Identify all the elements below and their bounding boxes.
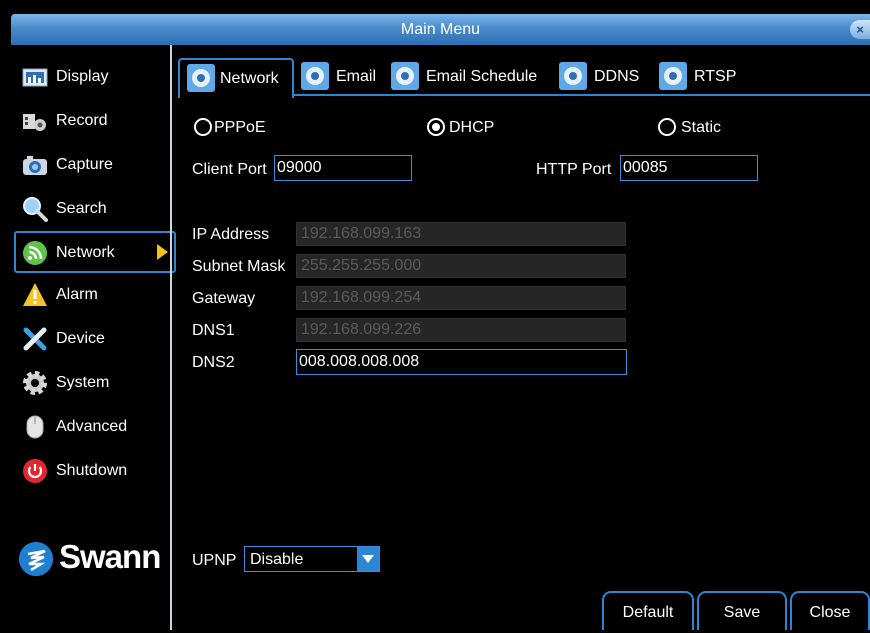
window-title: Main Menu: [400, 21, 481, 38]
tab-label: Email Schedule: [426, 68, 538, 85]
swann-logo-mark-icon: [19, 542, 53, 576]
title-bar: Main Menu ×: [11, 14, 870, 45]
dns2-field[interactable]: 008.008.008.008: [296, 349, 627, 375]
sidebar-item-record[interactable]: Record: [16, 101, 174, 141]
tab-email[interactable]: Email: [300, 58, 380, 96]
http-port-field[interactable]: 00085: [620, 155, 758, 181]
sidebar-item-alarm[interactable]: Alarm: [16, 275, 174, 315]
client-port-label: Client Port: [192, 161, 267, 178]
sidebar-item-label: Advanced: [56, 418, 128, 435]
close-icon[interactable]: ×: [850, 20, 870, 39]
record-icon: [22, 108, 48, 134]
tab-label: Network: [220, 70, 279, 87]
tools-icon: [22, 326, 48, 352]
tab-label: Email: [336, 68, 377, 85]
sidebar-item-label: Device: [56, 330, 105, 347]
selected-arrow-icon: [157, 244, 168, 260]
power-icon: [22, 458, 48, 484]
sidebar-item-label: Record: [56, 112, 108, 129]
subnet-mask-field: 255.255.255.000: [296, 254, 626, 278]
upnp-select[interactable]: Disable: [244, 546, 380, 572]
tab-rtsp[interactable]: RTSP: [658, 58, 744, 96]
sidebar-item-label: System: [56, 374, 110, 391]
sidebar: Display Record Capture Search Network Al…: [11, 45, 176, 630]
radio-static[interactable]: [658, 118, 676, 136]
tab-label: DDNS: [594, 68, 640, 85]
radio-dhcp-label: DHCP: [449, 119, 495, 136]
sidebar-item-label: Network: [56, 244, 115, 261]
dns2-label: DNS2: [192, 354, 235, 371]
settings-tab-icon: [186, 63, 216, 93]
gateway-label: Gateway: [192, 290, 256, 307]
gear-icon: [22, 370, 48, 396]
settings-tab-icon: [558, 61, 588, 91]
sidebar-item-search[interactable]: Search: [16, 189, 174, 229]
ip-address-field: 192.168.099.163: [296, 222, 626, 246]
radio-pppoe[interactable]: [194, 118, 212, 136]
sidebar-item-label: Alarm: [56, 286, 98, 303]
sidebar-item-label: Capture: [56, 156, 113, 173]
sidebar-item-label: Search: [56, 200, 107, 217]
search-icon: [22, 196, 48, 222]
sidebar-item-label: Shutdown: [56, 462, 128, 479]
alarm-icon: [22, 282, 48, 308]
dns1-label: DNS1: [192, 322, 235, 339]
default-button[interactable]: Default: [602, 591, 694, 630]
tab-label: RTSP: [694, 68, 737, 85]
close-button[interactable]: Close: [790, 591, 870, 630]
sidebar-item-network[interactable]: Network: [14, 231, 176, 273]
sidebar-item-device[interactable]: Device: [16, 319, 174, 359]
gateway-field: 192.168.099.254: [296, 286, 626, 310]
radio-pppoe-label: PPPoE: [214, 119, 266, 136]
camera-icon: [22, 152, 48, 178]
radio-static-label: Static: [681, 119, 722, 136]
client-port-field[interactable]: 09000: [274, 155, 412, 181]
subnet-mask-label: Subnet Mask: [192, 258, 286, 275]
tab-bar: Network Email Email Schedule DDNS RTSP: [172, 58, 870, 98]
network-icon: [22, 240, 48, 266]
sidebar-item-label: Display: [56, 68, 109, 85]
radio-dhcp[interactable]: [427, 118, 445, 136]
save-button[interactable]: Save: [697, 591, 787, 630]
ip-address-label: IP Address: [192, 226, 270, 243]
sidebar-item-shutdown[interactable]: Shutdown: [16, 451, 174, 491]
sidebar-item-system[interactable]: System: [16, 363, 174, 403]
settings-tab-icon: [300, 61, 330, 91]
tab-ddns[interactable]: DDNS: [558, 58, 644, 96]
settings-tab-icon: [658, 61, 688, 91]
chevron-down-icon[interactable]: [357, 547, 379, 571]
sidebar-item-capture[interactable]: Capture: [16, 145, 174, 185]
tab-email-schedule[interactable]: Email Schedule: [390, 58, 550, 96]
sidebar-divider: [170, 45, 172, 630]
display-icon: [22, 64, 48, 90]
dns1-field: 192.168.099.226: [296, 318, 626, 342]
sidebar-item-display[interactable]: Display: [16, 57, 174, 97]
upnp-selected-value: Disable: [250, 551, 304, 568]
settings-tab-icon: [390, 61, 420, 91]
http-port-label: HTTP Port: [536, 161, 612, 178]
upnp-label: UPNP: [192, 552, 237, 569]
tab-network[interactable]: Network: [178, 58, 294, 98]
swann-logo-text: Swann: [59, 538, 161, 575]
mouse-icon: [22, 414, 48, 440]
sidebar-item-advanced[interactable]: Advanced: [16, 407, 174, 447]
